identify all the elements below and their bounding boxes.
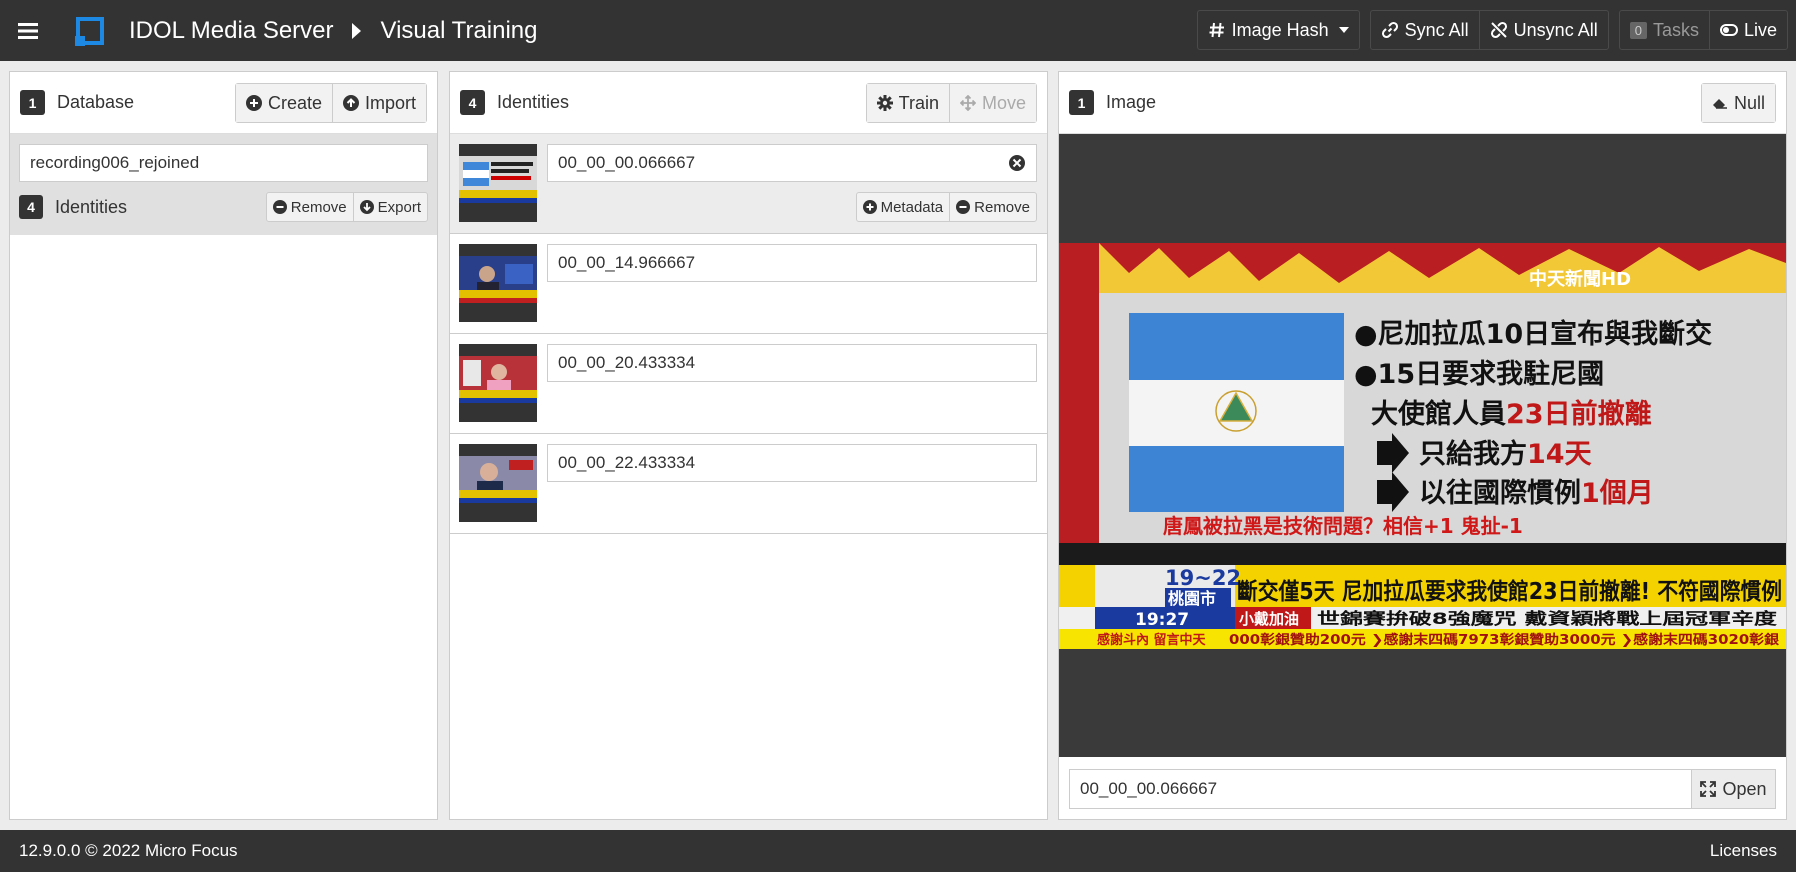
identity-name-input[interactable]: 00_00_00.066667 [547, 144, 1037, 182]
menu-icon[interactable] [0, 0, 56, 61]
clear-icon[interactable] [1008, 154, 1026, 172]
top-bar: IDOL Media Server Visual Training Image … [0, 0, 1796, 61]
channel-logo: 中天新聞HD [1529, 268, 1631, 290]
database-count-badge: 1 [20, 90, 45, 115]
image-panel: 1 Image Null 中天新聞HD ●尼加拉瓜10日宣布與我斷交 ●15日要… [1058, 71, 1787, 820]
export-database-button[interactable]: Export [354, 193, 427, 221]
live-toggle[interactable]: Live [1710, 11, 1787, 49]
identity-name-input[interactable]: 00_00_14.966667 [547, 244, 1037, 282]
chevron-down-icon [1338, 27, 1349, 33]
page-title: Visual Training [380, 16, 538, 44]
identity-thumbnail[interactable] [459, 444, 537, 522]
image-viewer: 中天新聞HD ●尼加拉瓜10日宣布與我斷交 ●15日要求我駐尼國 大使館人員23… [1059, 134, 1786, 757]
minus-circle-icon [956, 200, 971, 214]
image-count-badge: 1 [1069, 90, 1094, 115]
identities-panel-title: Identities [497, 92, 570, 112]
train-button[interactable]: Train [866, 84, 950, 122]
expand-icon [1700, 781, 1717, 797]
identities-count-badge: 4 [19, 195, 43, 219]
identities-panel: 4 Identities Train Move 00_00_00.066667 … [449, 71, 1048, 820]
plus-circle-icon [862, 200, 877, 214]
identity-thumbnail[interactable] [459, 144, 537, 222]
toggle-icon [1719, 24, 1738, 36]
identities-label: Identities [55, 196, 128, 217]
import-database-button[interactable]: Import [332, 84, 426, 122]
donation-scroll: 000彰銀贊助200元 ❯感謝末四碼7973彰銀贊助3000元 ❯感謝末四碼30… [1229, 632, 1779, 648]
move-arrows-icon [959, 95, 976, 111]
identity-row[interactable]: 00_00_20.433334 [450, 334, 1047, 434]
identity-row[interactable]: 00_00_22.433334 [450, 434, 1047, 534]
arrow-down-circle-icon [359, 200, 374, 214]
link-icon [1381, 21, 1398, 39]
remove-database-button[interactable]: Remove [267, 193, 354, 221]
identity-thumbnail[interactable] [459, 244, 537, 322]
headline: 斷交僅5天 尼加拉瓜要求我使館23日前撤離! 不符國際慣例 [1237, 578, 1782, 605]
ticker-tag: 小戴加油 [1239, 610, 1299, 628]
database-panel-title: Database [57, 92, 135, 112]
app-title[interactable]: IDOL Media Server [129, 17, 334, 45]
remove-identity-button[interactable]: Remove [950, 193, 1036, 221]
image-panel-title: Image [1106, 92, 1157, 112]
create-database-button[interactable]: Create [235, 84, 333, 122]
slide-bullet-1: ●尼加拉瓜10日宣布與我斷交 [1354, 318, 1712, 350]
identity-name-input[interactable]: 00_00_22.433334 [547, 444, 1037, 482]
weather-temp: 19~22 [1165, 566, 1241, 590]
identity-thumbnail[interactable] [459, 344, 537, 422]
training-image: 中天新聞HD ●尼加拉瓜10日宣布與我斷交 ●15日要求我駐尼國 大使館人員23… [1059, 243, 1786, 649]
plus-circle-icon [245, 95, 262, 111]
clock: 19:27 [1135, 610, 1189, 630]
minus-circle-icon [272, 200, 287, 214]
database-name-input[interactable]: recording006_rejoined [19, 144, 428, 182]
null-button[interactable]: Null [1701, 84, 1775, 122]
unlink-icon [1490, 21, 1507, 39]
scroll-tag: 感謝斗內 留言中天 [1097, 632, 1207, 648]
analysis-type-dropdown[interactable]: Image Hash [1198, 11, 1359, 49]
database-item[interactable]: recording006_rejoined 4 Identities Remov… [10, 134, 437, 235]
database-panel: 1 Database Create Import recording006_re… [9, 71, 438, 820]
identity-row[interactable]: 00_00_14.966667 [450, 234, 1047, 334]
gear-icon [876, 95, 893, 111]
slide-bullet-2: ●15日要求我駐尼國 [1354, 359, 1604, 390]
slide-arrow-line-1: 只給我方14天 [1419, 438, 1592, 470]
app-logo-icon [75, 16, 104, 46]
weather-city: 桃園市 [1168, 589, 1216, 608]
identities-panel-count-badge: 4 [460, 90, 485, 115]
eraser-icon [1712, 99, 1727, 109]
arrow-up-circle-icon [342, 95, 359, 111]
identity-row[interactable]: 00_00_00.066667 Metadata Remove [450, 134, 1047, 234]
tasks-count-badge: 0 [1629, 21, 1647, 39]
unsync-all-button[interactable]: Unsync All [1480, 11, 1608, 49]
hash-icon [1209, 22, 1224, 38]
slide-bullet-3: 大使館人員23日前撤離 [1371, 398, 1652, 430]
version-text: 12.9.0.0 © 2022 Micro Focus [19, 841, 238, 860]
image-name-input[interactable]: 00_00_00.066667 [1069, 769, 1692, 809]
metadata-button[interactable]: Metadata [857, 193, 951, 221]
footer-bar: 12.9.0.0 © 2022 Micro Focus Licenses [0, 830, 1796, 872]
licenses-link[interactable]: Licenses [1710, 841, 1777, 861]
slide-arrow-line-2: 以往國際慣例1個月 [1419, 477, 1654, 509]
breadcrumb-caret-icon [351, 22, 361, 39]
move-button[interactable]: Move [949, 84, 1036, 122]
viewer-comment: 唐鳳被拉黑是技術問題？相信+1 鬼扯-1 [1163, 514, 1523, 538]
tasks-button[interactable]: 0 Tasks [1620, 11, 1710, 49]
news-ticker: 世錦賽拚破8強魔咒 戴資穎將戰上屆冠軍辛度 [1317, 609, 1778, 628]
open-image-button[interactable]: Open [1692, 769, 1776, 809]
identity-name-input[interactable]: 00_00_20.433334 [547, 344, 1037, 382]
sync-all-button[interactable]: Sync All [1371, 11, 1480, 49]
